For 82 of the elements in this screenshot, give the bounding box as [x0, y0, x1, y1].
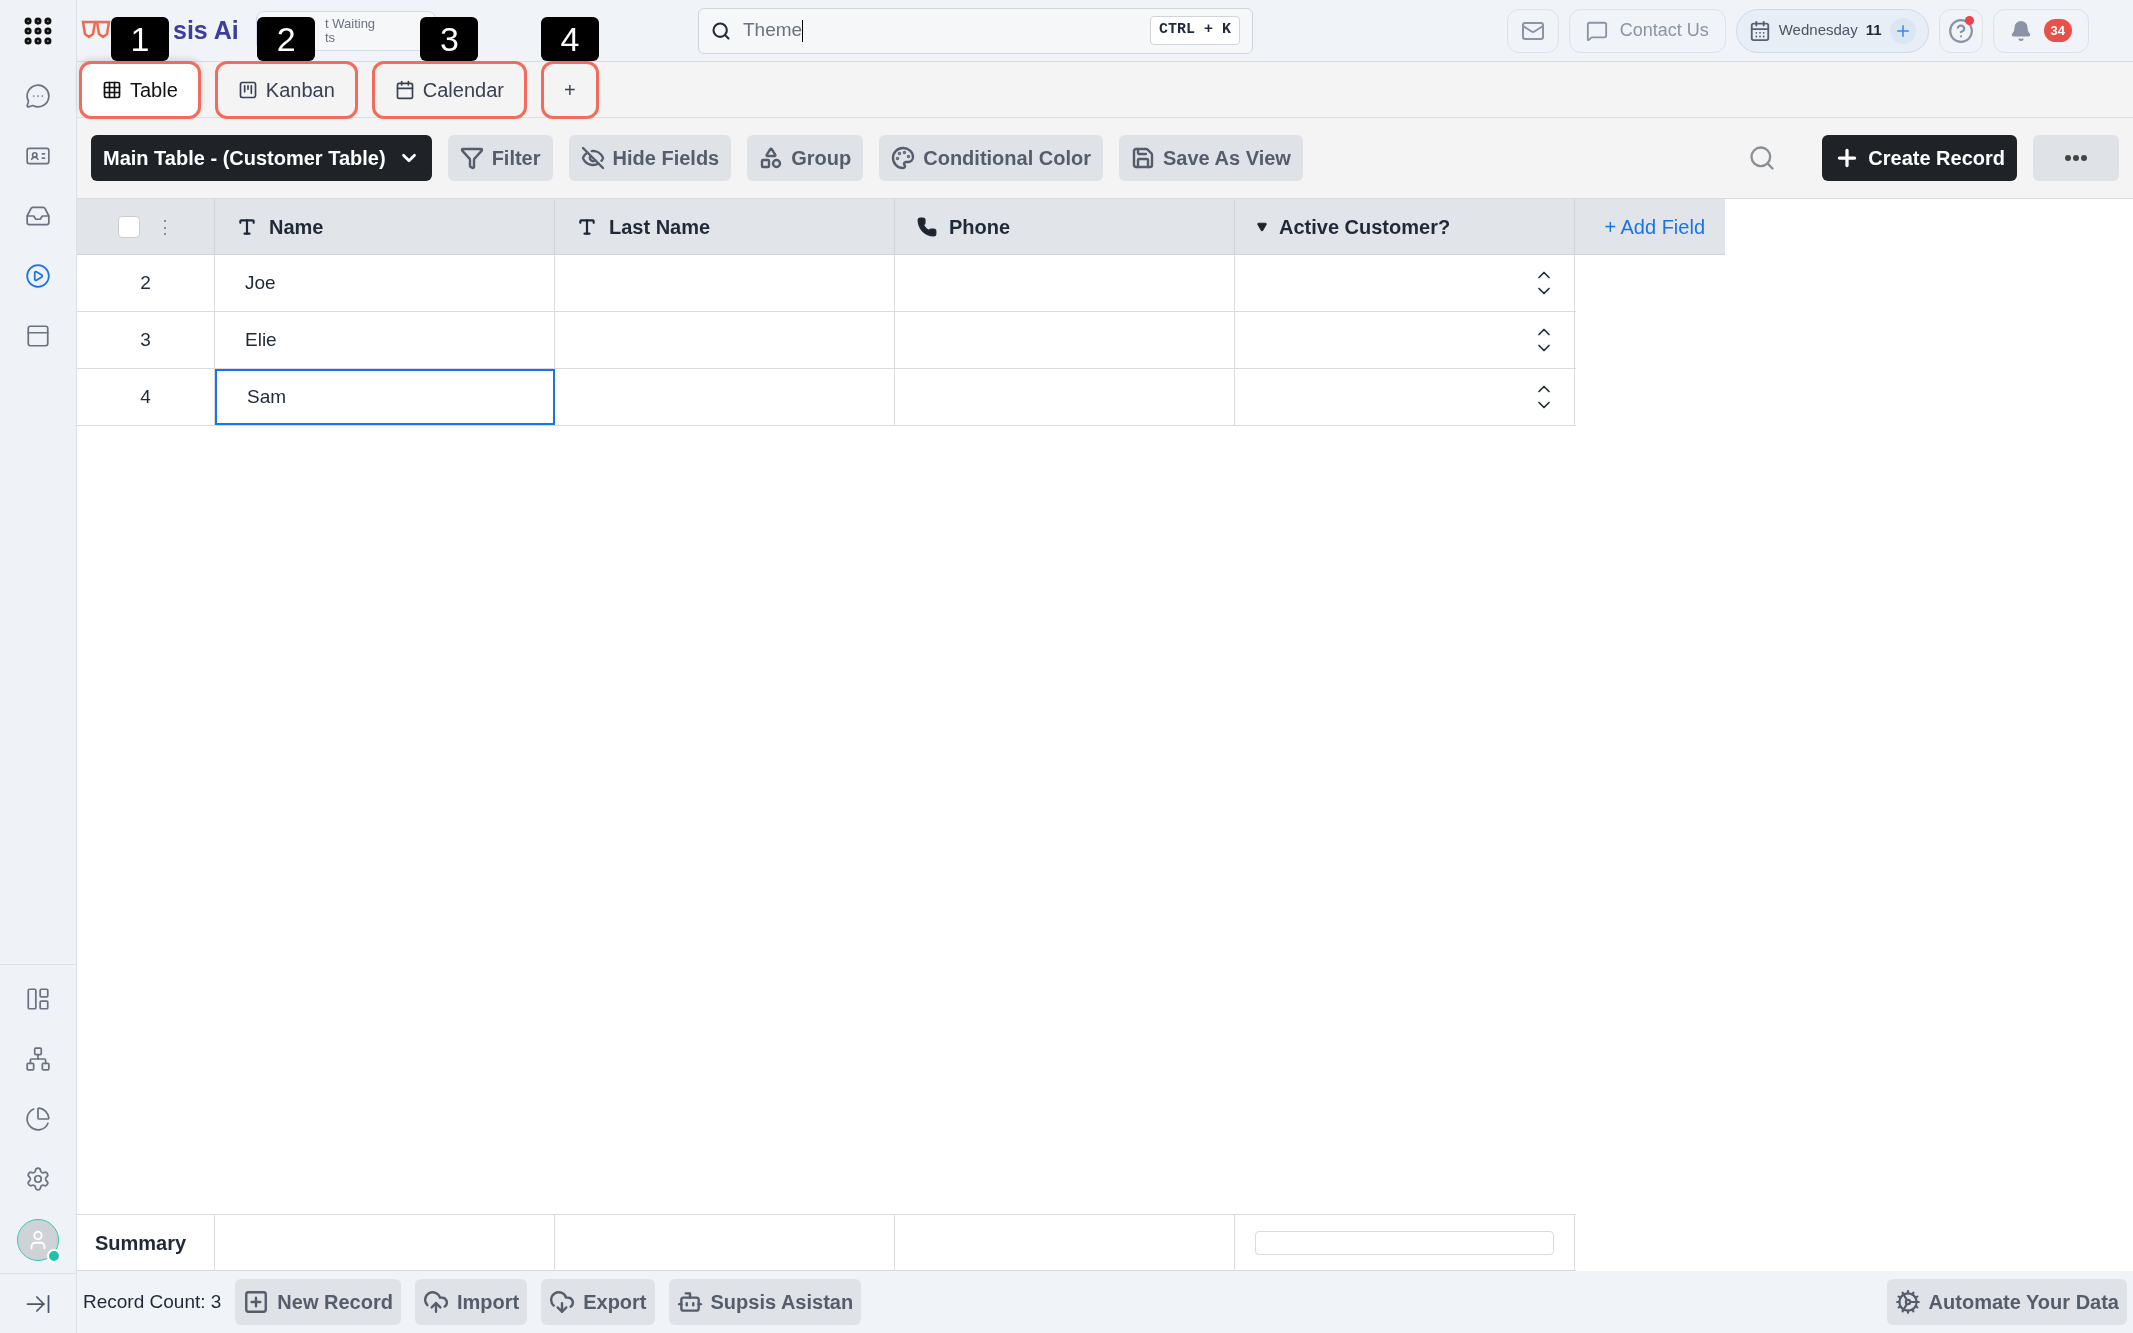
create-record-button[interactable]: Create Record [1822, 135, 2017, 181]
notifications-button[interactable]: 34 [1992, 8, 2089, 53]
calendar-icon [394, 80, 415, 100]
footer-button[interactable]: Import [414, 1279, 528, 1325]
caret-icon [1257, 221, 1267, 232]
callout-number: 3 [420, 17, 479, 61]
view-tab[interactable]: Calendar [371, 61, 527, 119]
settings-icon [25, 1166, 51, 1192]
palette-icon [891, 146, 916, 170]
view-tab[interactable]: Kanban [214, 61, 358, 119]
automate-button[interactable]: Automate Your Data [1886, 1279, 2127, 1325]
toolbar-button[interactable]: Filter [447, 135, 553, 181]
callout-number: 2 [257, 17, 316, 61]
inbox-icon [25, 203, 51, 229]
summary-label: Summary [77, 1215, 215, 1270]
table-cell[interactable]: Joe [215, 255, 555, 311]
download-icon [549, 1289, 576, 1315]
toolbar-button[interactable]: Conditional Color [879, 135, 1103, 181]
eye-off-icon [580, 146, 605, 170]
kanban-icon [237, 80, 258, 100]
view-tab[interactable]: Table [79, 61, 201, 119]
add-view-button[interactable]: + [541, 61, 599, 119]
logo-text: sis Ai [173, 14, 239, 46]
table-cell[interactable]: Sam [215, 369, 555, 425]
play-icon [25, 263, 51, 289]
search-field[interactable]: Theme CTRL + K [698, 7, 1253, 54]
footer-button[interactable]: Supsis Asistan [668, 1279, 862, 1325]
search-value: Theme [743, 18, 805, 45]
column-header[interactable]: Phone [895, 199, 1235, 254]
more-button[interactable] [2033, 135, 2119, 181]
upload-icon [422, 1289, 449, 1315]
notice-text: t Waiting [325, 16, 377, 31]
date-number: 11 [1865, 20, 1882, 41]
select-all-checkbox[interactable] [117, 215, 140, 238]
chat-icon [25, 83, 51, 109]
hierarchy-icon [25, 1046, 51, 1072]
plus-icon [243, 1289, 270, 1315]
help-icon [1947, 17, 1974, 44]
row-number: 4 [77, 369, 215, 425]
gear-icon [1894, 1289, 1921, 1315]
callout-number: 4 [540, 17, 599, 61]
shapes-icon [759, 146, 784, 170]
text-type-icon [237, 216, 257, 237]
phone-icon [917, 216, 937, 237]
robot-icon [676, 1289, 703, 1315]
table-icon [102, 80, 122, 100]
text-type-icon [577, 216, 597, 237]
more-icon [2065, 155, 2087, 161]
notification-count: 34 [2043, 18, 2072, 43]
footer-button[interactable]: Export [541, 1279, 655, 1325]
mail-button[interactable] [1506, 8, 1559, 53]
panel-icon [25, 323, 51, 349]
filter-icon [459, 146, 484, 170]
column-header[interactable]: Name [215, 199, 555, 254]
user-avatar[interactable] [17, 1219, 59, 1261]
date-day: Wednesday [1778, 19, 1858, 42]
date-pill[interactable]: Wednesday 11 [1735, 8, 1929, 53]
search-icon [711, 20, 731, 41]
pie-chart-icon [25, 1106, 51, 1132]
layout-icon [25, 986, 51, 1012]
table-selector[interactable]: Main Table - (Customer Table) [91, 135, 432, 181]
column-header[interactable]: Active Customer? [1235, 199, 1575, 254]
bell-icon [2009, 19, 2032, 42]
summary-field[interactable] [1255, 1230, 1554, 1255]
toolbar-button[interactable]: Hide Fields [568, 135, 732, 181]
save-icon [1131, 146, 1155, 170]
search-icon[interactable] [1748, 144, 1777, 172]
row-number: 2 [77, 255, 215, 311]
shortcut-badge: CTRL + K [1150, 16, 1240, 45]
record-count: Record Count: 3 [83, 1289, 222, 1314]
chat-bubble-icon [1585, 19, 1608, 42]
row-number: 3 [77, 312, 215, 368]
column-header[interactable]: Last Name [555, 199, 895, 254]
toolbar-button[interactable]: Group [747, 135, 864, 181]
add-event-icon[interactable] [1889, 17, 1916, 44]
callout-number: 1 [110, 17, 169, 61]
table-cell[interactable]: Elie [215, 312, 555, 368]
calendar-icon [1748, 19, 1771, 42]
help-button[interactable] [1938, 8, 1983, 53]
notice-text: ts [325, 30, 336, 45]
toolbar-button[interactable]: Save As View [1119, 135, 1303, 181]
footer-button[interactable]: New Record [235, 1279, 401, 1325]
